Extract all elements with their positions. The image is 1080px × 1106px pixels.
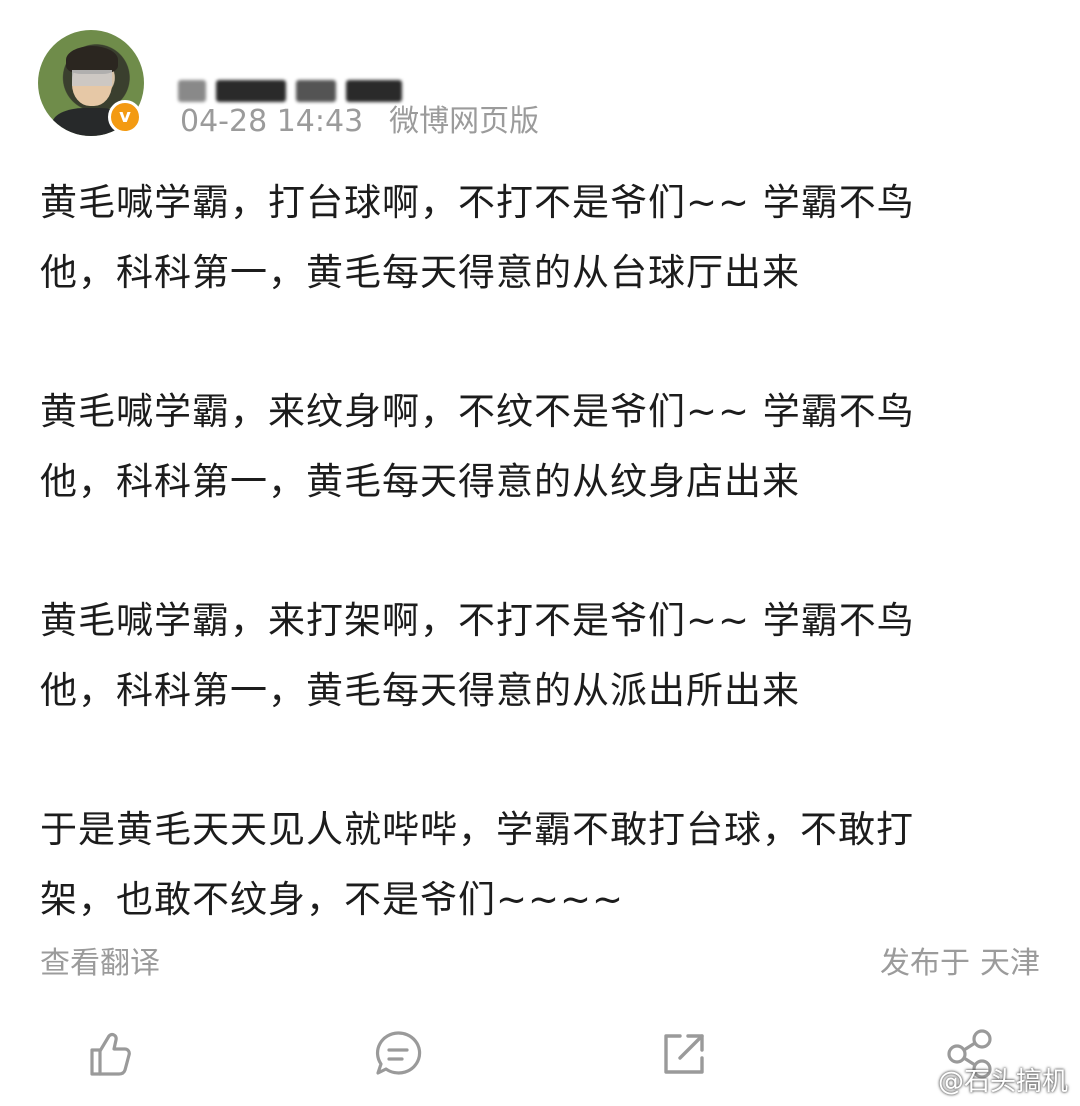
post-meta: 04-28 14:43 微博网页版 — [180, 96, 539, 140]
paragraph-line: 架，也敢不纹身，不是爷们~~~~ — [40, 878, 625, 921]
post-source: 微博网页版 — [389, 104, 540, 139]
paragraph-line: 黄毛喊学霸，打台球啊，不打不是爷们~~ 学霸不鸟 — [40, 181, 915, 224]
repost-icon — [664, 1034, 704, 1074]
paragraph-line: 他，科科第一，黄毛每天得意的从台球厅出来 — [40, 251, 800, 294]
paragraph-4: 于是黄毛天天见人就哔哔，学霸不敢打台球，不敢打 架，也敢不纹身，不是爷们~~~~ — [40, 795, 1040, 935]
repost-button[interactable] — [658, 1028, 710, 1080]
comment-icon — [375, 1031, 422, 1075]
post-content: 黄毛喊学霸，打台球啊，不打不是爷们~~ 学霸不鸟 他，科科第一，黄毛每天得意的从… — [40, 168, 1040, 935]
action-bar — [0, 1020, 1080, 1090]
verified-badge-icon: v — [108, 100, 142, 134]
like-button[interactable] — [84, 1028, 136, 1080]
post-header: v 04-28 14:43 微博网页版 — [38, 30, 1038, 140]
paragraph-1: 黄毛喊学霸，打台球啊，不打不是爷们~~ 学霸不鸟 他，科科第一，黄毛每天得意的从… — [40, 168, 1040, 308]
post-time: 04-28 14:43 — [180, 104, 364, 139]
published-location: 发布于 天津 — [880, 938, 1040, 982]
paragraph-line: 黄毛喊学霸，来纹身啊，不纹不是爷们~~ 学霸不鸟 — [40, 390, 915, 433]
published-prefix: 发布于 — [880, 946, 970, 981]
paragraph-line: 他，科科第一，黄毛每天得意的从纹身店出来 — [40, 460, 800, 503]
paragraph-line: 黄毛喊学霸，来打架啊，不打不是爷们~~ 学霸不鸟 — [40, 599, 915, 642]
paragraph-line: 他，科科第一，黄毛每天得意的从派出所出来 — [40, 669, 800, 712]
paragraph-3: 黄毛喊学霸，来打架啊，不打不是爷们~~ 学霸不鸟 他，科科第一，黄毛每天得意的从… — [40, 586, 1040, 726]
watermark: @石头搞机 — [937, 1067, 1068, 1097]
comment-button[interactable] — [372, 1028, 424, 1080]
translate-link[interactable]: 查看翻译 — [40, 938, 160, 982]
paragraph-line: 于是黄毛天天见人就哔哔，学霸不敢打台球，不敢打 — [40, 808, 914, 851]
published-city: 天津 — [980, 946, 1040, 981]
like-icon — [90, 1033, 131, 1076]
avatar-blur — [72, 70, 112, 86]
paragraph-2: 黄毛喊学霸，来纹身啊，不纹不是爷们~~ 学霸不鸟 他，科科第一，黄毛每天得意的从… — [40, 377, 1040, 517]
